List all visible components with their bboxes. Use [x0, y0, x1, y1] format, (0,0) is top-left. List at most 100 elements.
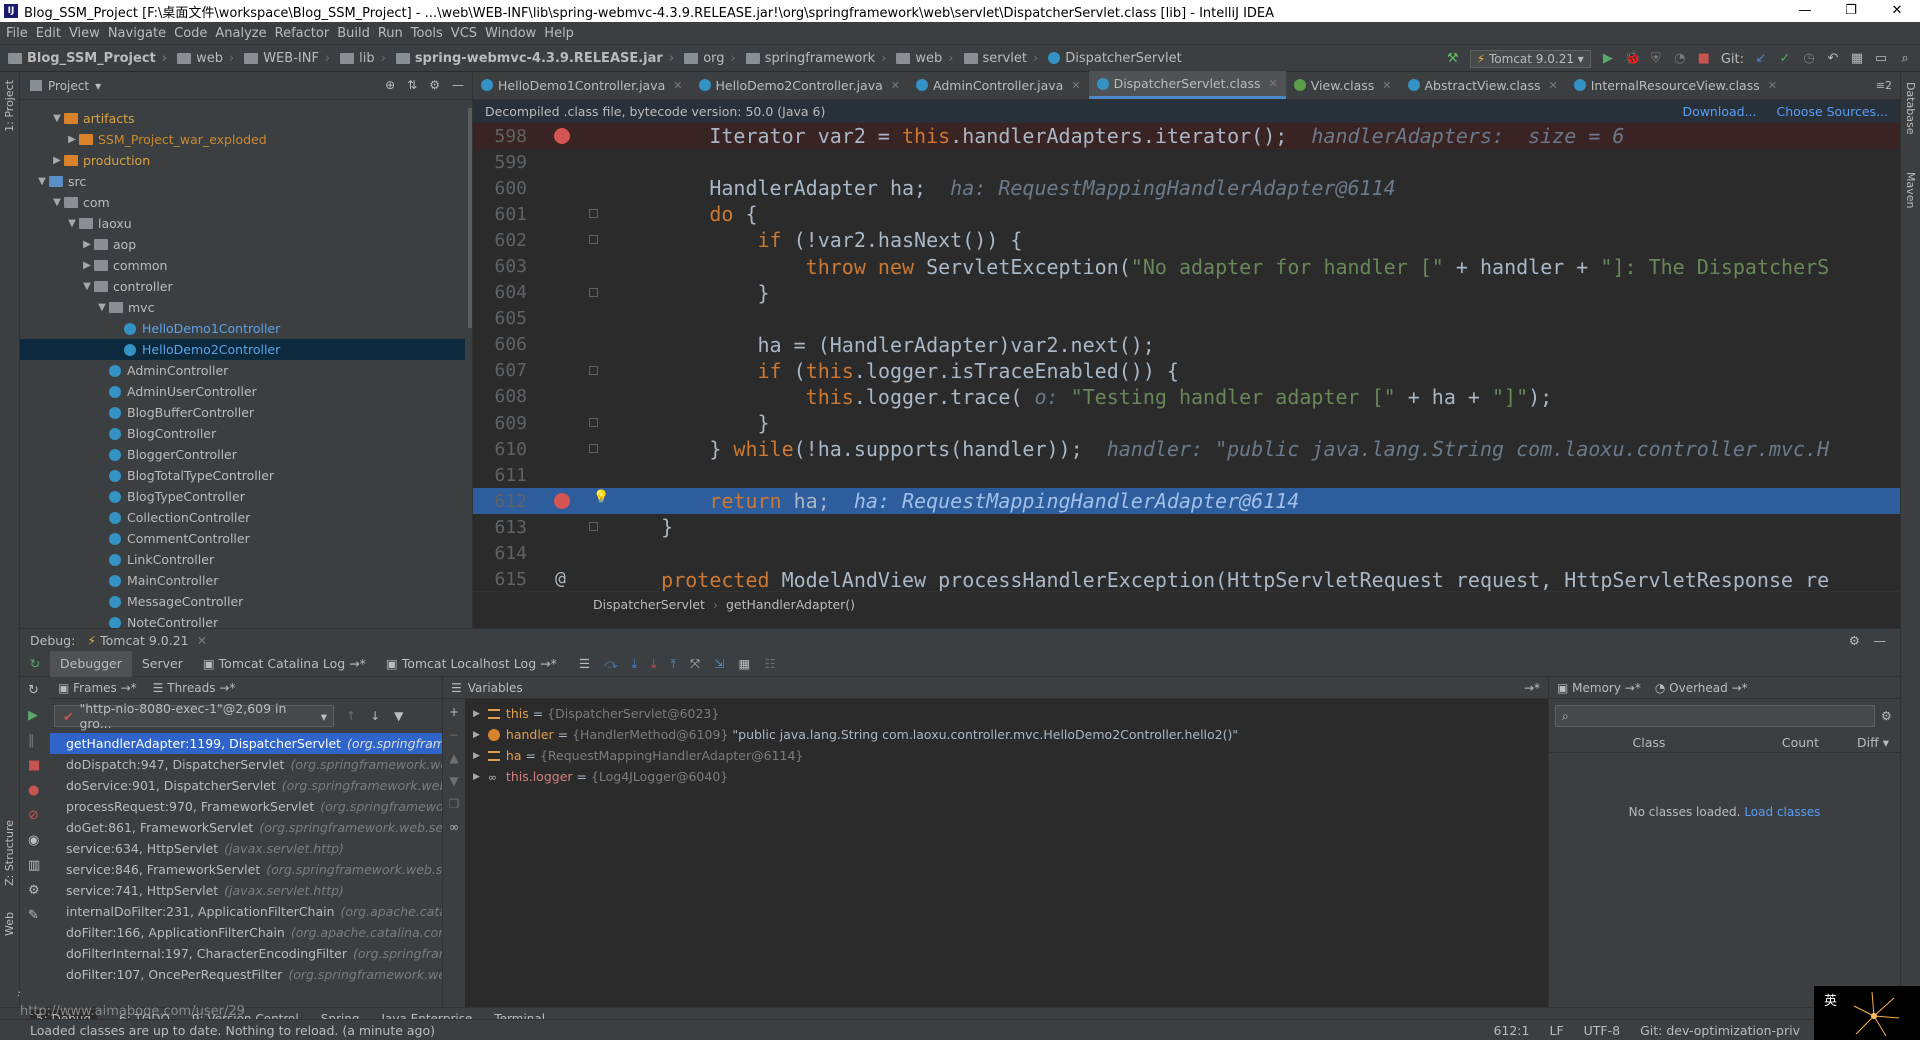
menu-item-refactor[interactable]: Refactor	[275, 26, 338, 41]
stack-frame[interactable]: service:846, FrameworkServlet (org.spring…	[50, 859, 442, 880]
gear-icon[interactable]: ⚙	[1849, 633, 1860, 648]
git-history-icon[interactable]: ◷	[1802, 52, 1816, 66]
camera-icon[interactable]: ◉	[28, 833, 50, 848]
fold-icon[interactable]	[589, 287, 598, 297]
menu-item-help[interactable]: Help	[544, 26, 582, 41]
code-line[interactable]: 615 @ protected ModelAndView processHandl…	[473, 567, 1901, 591]
gutter[interactable]	[533, 306, 603, 332]
database-tool-button[interactable]: Database	[1904, 82, 1917, 135]
variable-row[interactable]: ▶ handler = {HandlerMethod@6109} "public …	[443, 724, 1548, 745]
tab-threads[interactable]: ☰ Threads →*	[153, 681, 236, 695]
web-tool-button[interactable]: Web	[3, 912, 16, 936]
tree-item[interactable]: BlogBufferController	[20, 402, 465, 423]
gutter[interactable]	[533, 541, 603, 567]
close-icon[interactable]: ✕	[197, 633, 207, 648]
expand-down-icon[interactable]: ▼	[95, 302, 109, 313]
close-icon[interactable]: ✕	[1071, 79, 1080, 92]
gutter[interactable]	[533, 332, 603, 358]
menu-item-view[interactable]: View	[69, 26, 108, 41]
code-line[interactable]: 614	[473, 541, 1901, 567]
breadcrumb-item[interactable]: web ›	[177, 51, 240, 66]
menu-item-window[interactable]: Window	[485, 26, 544, 41]
load-classes-link[interactable]: Load classes	[1744, 805, 1820, 819]
gear-icon[interactable]: ⚙	[429, 78, 440, 92]
trace-icon[interactable]: ☷	[764, 656, 775, 672]
expand-down-icon[interactable]: ▼	[50, 113, 64, 124]
drop-frame-icon[interactable]: ⤧	[690, 656, 700, 672]
expand-down-icon[interactable]: ▼	[80, 281, 94, 292]
tab-catalina-log[interactable]: ▣ Tomcat Catalina Log →*	[193, 651, 376, 677]
stack-frame[interactable]: internalDoFilter:231, ApplicationFilterC…	[50, 901, 442, 922]
gutter[interactable]	[533, 358, 603, 384]
tab-overflow-button[interactable]: ≡2	[1876, 79, 1892, 92]
tree-item[interactable]: BlogController	[20, 423, 465, 444]
caret-position[interactable]: 612:1	[1493, 1023, 1529, 1038]
stack-frame[interactable]: doGet:861, FrameworkServlet (org.springfr…	[50, 817, 442, 838]
override-icon[interactable]: @	[555, 568, 566, 589]
stack-frame[interactable]: processRequest:970, FrameworkServlet (org…	[50, 796, 442, 817]
editor-tab[interactable]: HelloDemo1Controller.java ✕	[473, 71, 691, 99]
close-icon[interactable]: ✕	[673, 79, 682, 92]
expand-right-icon[interactable]: ▶	[473, 772, 480, 782]
memory-search-input[interactable]: ⌕	[1555, 705, 1875, 727]
close-icon[interactable]: ✕	[1549, 79, 1558, 92]
column-diff[interactable]: Diff ▾	[1819, 735, 1889, 750]
breadcrumb-item[interactable]: servlet ›	[963, 51, 1045, 66]
breadcrumb-item[interactable]: Blog_SSM_Project ›	[8, 51, 173, 66]
menu-item-analyze[interactable]: Analyze	[215, 26, 274, 41]
gutter[interactable]	[533, 149, 603, 175]
tab-memory[interactable]: ▣ Memory →*	[1557, 681, 1641, 695]
project-view-select[interactable]: Project	[48, 79, 89, 93]
project-structure-icon[interactable]: ▦	[1850, 52, 1864, 66]
force-step-into-icon[interactable]: ⤓	[651, 656, 657, 672]
tree-item[interactable]: LinkController	[20, 549, 465, 570]
gutter[interactable]	[533, 436, 603, 462]
rerun-icon[interactable]: ↻	[20, 656, 50, 671]
gutter[interactable]	[533, 227, 603, 253]
code-line[interactable]: 602 if (!var2.hasNext()) {	[473, 227, 1901, 253]
close-icon[interactable]: ✕	[1382, 79, 1391, 92]
tree-item[interactable]: ▶ SSM_Project_war_exploded	[20, 129, 465, 150]
code-line[interactable]: 605	[473, 306, 1901, 332]
gutter[interactable]	[533, 253, 603, 279]
tree-item[interactable]: BlogTypeController	[20, 486, 465, 507]
close-icon[interactable]: ✕	[891, 79, 900, 92]
locate-icon[interactable]: ⊕	[385, 78, 395, 92]
stack-frame[interactable]: doService:901, DispatcherServlet (org.spr…	[50, 775, 442, 796]
add-watch-icon[interactable]: +	[449, 705, 459, 719]
tree-item[interactable]: HelloDemo1Controller	[20, 318, 465, 339]
menu-item-run[interactable]: Run	[378, 26, 411, 41]
tab-server[interactable]: Server	[132, 651, 193, 677]
breadcrumb-item[interactable]: lib ›	[340, 51, 392, 66]
code-line[interactable]: 610 } while(!ha.supports(handler)); hand…	[473, 436, 1901, 462]
variable-row[interactable]: ▶ this = {DispatcherServlet@6023}	[443, 703, 1548, 724]
menu-item-tools[interactable]: Tools	[411, 26, 451, 41]
column-count[interactable]: Count	[1749, 735, 1819, 750]
editor-tab[interactable]: AdminController.java ✕	[908, 71, 1089, 99]
step-over-icon[interactable]: ⤼	[604, 656, 617, 672]
code-line[interactable]: 609 }	[473, 410, 1901, 436]
debug-session-tab[interactable]: Tomcat 9.0.21	[100, 633, 189, 648]
code-line[interactable]: 608 this.logger.trace( o: "Testing handl…	[473, 384, 1901, 410]
collapse-all-icon[interactable]: ⇅	[407, 78, 417, 92]
chevron-down-icon[interactable]: ▾	[95, 79, 101, 93]
maven-tool-button[interactable]: Maven	[1904, 172, 1917, 208]
move-down-icon[interactable]: ▼	[449, 774, 458, 788]
tree-item[interactable]: ▶ aop	[20, 234, 465, 255]
expand-right-icon[interactable]: ▶	[473, 709, 480, 719]
menu-item-navigate[interactable]: Navigate	[108, 26, 174, 41]
code-line[interactable]: 606 ha = (HandlerAdapter)var2.next();	[473, 332, 1901, 358]
breadcrumb-item[interactable]: web ›	[896, 51, 959, 66]
run-to-cursor-icon[interactable]: ⇲	[714, 656, 724, 672]
code-line[interactable]: 611	[473, 462, 1901, 488]
gutter[interactable]	[533, 175, 603, 201]
pause-icon[interactable]: ‖	[28, 733, 50, 748]
git-branch[interactable]: Git: dev-optimization-priv	[1640, 1023, 1800, 1038]
refresh-icon[interactable]: ↻	[28, 683, 50, 698]
fold-icon[interactable]	[589, 235, 598, 245]
step-out-icon[interactable]: ⤒	[671, 656, 677, 672]
tree-item[interactable]: BlogTotalTypeController	[20, 465, 465, 486]
tree-item[interactable]: ▼ com	[20, 192, 465, 213]
gutter[interactable]	[533, 514, 603, 540]
expand-right-icon[interactable]: ▶	[80, 239, 94, 250]
